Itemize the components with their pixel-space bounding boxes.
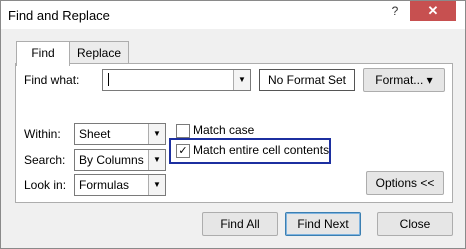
find-all-button[interactable]: Find All — [202, 212, 278, 236]
window-close-button[interactable]: ✕ — [410, 1, 456, 21]
within-dropdown-icon[interactable]: ▼ — [148, 124, 165, 144]
find-what-label: Find what: — [24, 73, 80, 87]
help-button[interactable]: ? — [382, 1, 408, 21]
text-cursor — [108, 73, 109, 86]
tab-find[interactable]: Find — [16, 41, 70, 66]
find-replace-dialog: Find and Replace ? ✕ Find Replace Find w… — [0, 0, 466, 249]
format-chevron-down-icon: ▾ — [426, 73, 433, 87]
search-select[interactable]: By Columns ▼ — [74, 149, 166, 171]
find-next-button[interactable]: Find Next — [285, 212, 361, 236]
look-in-dropdown-icon[interactable]: ▼ — [148, 175, 165, 195]
look-in-label: Look in: — [24, 178, 67, 192]
match-case-label: Match case — [193, 123, 255, 137]
find-what-dropdown-icon[interactable]: ▼ — [233, 70, 250, 90]
format-status: No Format Set — [259, 69, 355, 91]
within-value: Sheet — [79, 127, 111, 141]
look-in-select[interactable]: Formulas ▼ — [74, 174, 166, 196]
tab-replace-label: Replace — [76, 46, 122, 60]
look-in-value: Formulas — [79, 178, 130, 192]
options-button[interactable]: Options << — [366, 171, 444, 195]
check-icon: ✓ — [178, 145, 188, 157]
match-case-checkbox[interactable] — [176, 124, 190, 138]
title-bar: Find and Replace ? ✕ — [1, 1, 465, 29]
within-select[interactable]: Sheet ▼ — [74, 123, 166, 145]
search-value: By Columns — [79, 153, 144, 167]
tab-replace[interactable]: Replace — [69, 41, 129, 64]
match-entire-checkbox[interactable]: ✓ — [176, 144, 190, 158]
tab-find-label: Find — [31, 46, 55, 60]
format-button-label: Format... — [375, 73, 424, 87]
format-button[interactable]: Format... ▾ — [363, 68, 445, 92]
within-label: Within: — [24, 127, 61, 141]
search-label: Search: — [24, 153, 66, 167]
window-title: Find and Replace — [8, 8, 110, 23]
search-dropdown-icon[interactable]: ▼ — [148, 150, 165, 170]
match-entire-label: Match entire cell contents — [193, 143, 330, 157]
find-what-input[interactable]: ▼ — [102, 69, 251, 91]
close-button[interactable]: Close — [377, 212, 453, 236]
